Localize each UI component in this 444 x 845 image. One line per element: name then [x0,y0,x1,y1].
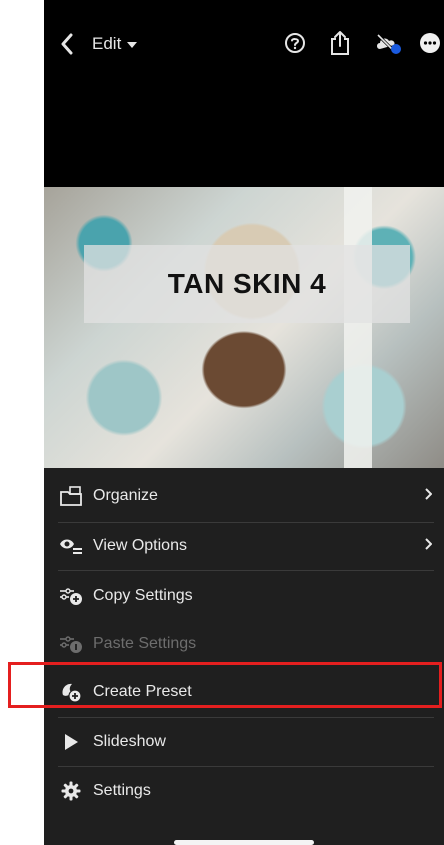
menu-item-slideshow[interactable]: Slideshow [44,718,444,766]
preset-title-text: TAN SKIN 4 [167,268,327,299]
paste-settings-icon [59,632,83,656]
app-screen: Edit TAN SKIN 4 Organize View Options Co… [44,0,444,845]
menu-item-label: Slideshow [93,733,166,750]
menu-item-label: View Options [93,537,187,554]
menu-item-copy-settings[interactable]: Copy Settings [44,572,444,620]
edit-label: Edit [92,34,122,53]
chevron-down-icon [127,42,138,48]
copy-settings-icon [59,584,83,608]
edit-menu-button[interactable]: Edit [92,34,138,54]
menu-item-organize[interactable]: Organize [44,472,444,520]
cloud-sync-off-icon[interactable] [374,31,402,55]
menu-item-label: Copy Settings [93,587,193,604]
more-options-icon[interactable] [419,32,441,54]
preset-title-overlay: TAN SKIN 4 [84,245,410,323]
play-icon [59,730,83,754]
menu-item-paste-settings[interactable]: Paste Settings [44,620,444,668]
preset-preview-photo: TAN SKIN 4 [44,187,444,468]
share-icon[interactable] [329,30,351,56]
photo-background-pillar [344,187,372,468]
chevron-right-icon [424,537,433,555]
back-chevron-icon[interactable] [56,30,78,58]
menu-item-label: Paste Settings [93,635,197,652]
actions-menu-sheet: Organize View Options Copy Settings Past… [44,468,444,845]
menu-item-create-preset[interactable]: Create Preset [44,668,444,716]
top-bar: Edit [44,0,444,92]
organize-icon [59,484,83,508]
menu-item-label: Settings [93,782,151,799]
chevron-right-icon [424,487,433,505]
home-indicator [174,840,314,845]
gear-icon [59,779,83,803]
menu-item-label: Organize [93,487,158,504]
menu-item-settings[interactable]: Settings [44,767,444,815]
view-options-icon [59,534,83,558]
menu-item-label: Create Preset [93,683,192,700]
menu-item-view-options[interactable]: View Options [44,522,444,570]
help-icon[interactable] [284,32,306,54]
create-preset-icon [59,680,83,704]
divider [58,570,434,571]
